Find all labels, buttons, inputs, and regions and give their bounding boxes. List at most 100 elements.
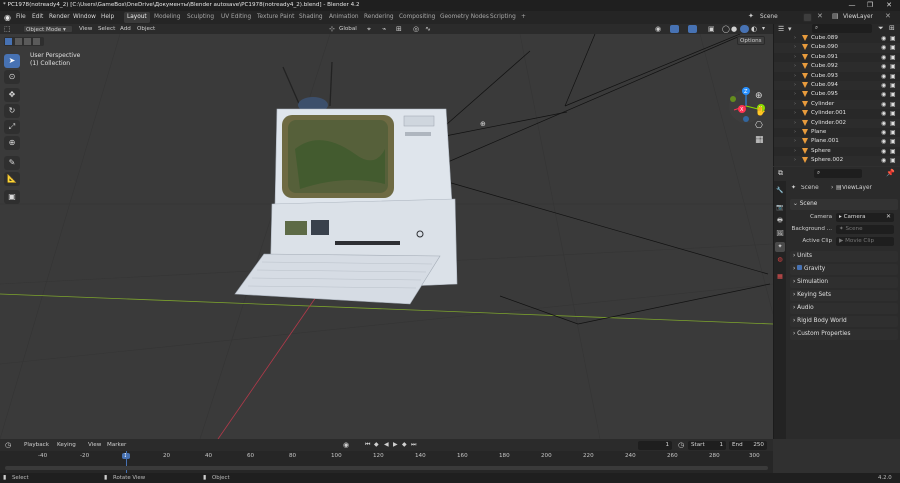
start-frame-field[interactable]: Start 1 [688, 441, 726, 450]
end-frame-field[interactable]: End 250 [729, 441, 767, 450]
active-clip-field[interactable]: ▶ Movie Clip [836, 237, 894, 246]
viewlayer-selector[interactable]: ViewLayer [841, 13, 881, 22]
outliner-search-field[interactable]: ⌕ [812, 24, 872, 33]
outliner-row-name[interactable]: Cube.093 [811, 72, 838, 81]
visibility-eye-icon[interactable]: ◉ [881, 147, 886, 156]
visibility-eye-icon[interactable]: ◉ [881, 34, 886, 43]
maximize-button[interactable]: ❐ [862, 0, 878, 11]
expand-arrow-icon[interactable]: › [794, 109, 796, 118]
rotate-tool-icon[interactable]: ↻ [4, 104, 20, 118]
render-camera-icon[interactable]: ▣ [890, 137, 896, 146]
outliner-row[interactable]: › Cylinder ◉ ▣ [774, 99, 900, 110]
workspace-tab-layout[interactable]: Layout [124, 12, 150, 23]
prev-keyframe-icon[interactable]: ◆ [374, 441, 379, 448]
menu-marker[interactable]: Marker [105, 441, 128, 449]
keying-sets-panel[interactable]: › Keying Sets [790, 290, 898, 301]
outliner-row-name[interactable]: Cylinder [811, 100, 834, 109]
jump-end-icon[interactable]: ⏭ [411, 441, 416, 449]
expand-arrow-icon[interactable]: › [794, 100, 796, 109]
output-tab-icon[interactable]: 🖶 [775, 216, 785, 226]
minimize-button[interactable]: — [844, 0, 860, 11]
outliner-row[interactable]: › Cylinder.001 ◉ ▣ [774, 109, 900, 118]
close-viewlayer-icon[interactable]: ✕ [885, 12, 891, 20]
outliner-row-name[interactable]: Cylinder.001 [811, 109, 846, 118]
play-reverse-icon[interactable]: ◀ [384, 441, 389, 448]
outliner-row[interactable]: › Sphere ◉ ▣ [774, 147, 900, 156]
workspace-tab-modeling[interactable]: Modeling [151, 12, 183, 23]
ortho-toggle-icon[interactable]: ▦ [755, 135, 764, 145]
falloff-icon[interactable]: ∿ [425, 25, 431, 33]
cursor-tool-icon[interactable]: ⊙ [4, 70, 20, 84]
render-camera-icon[interactable]: ▣ [890, 156, 896, 165]
texture-tab-icon[interactable]: ▦ [775, 272, 785, 282]
new-collection-icon[interactable]: ⊞ [889, 24, 895, 32]
expand-arrow-icon[interactable]: › [794, 137, 796, 146]
render-camera-icon[interactable]: ▣ [890, 119, 896, 128]
workspace-tab-rendering[interactable]: Rendering [361, 12, 397, 23]
menu-select[interactable]: Select [96, 25, 117, 33]
outliner-row[interactable]: › Cube.094 ◉ ▣ [774, 81, 900, 91]
outliner-row-name[interactable]: Plane [811, 128, 826, 137]
close-button[interactable]: ✕ [881, 0, 897, 11]
preview-range-icon[interactable]: ◷ [678, 441, 684, 449]
properties-search-field[interactable]: ⌕ [814, 169, 862, 178]
workspace-tab-texture-paint[interactable]: Texture Paint [254, 12, 297, 23]
visibility-eye-icon[interactable]: ◉ [881, 81, 886, 90]
select-intersect-icon[interactable] [33, 38, 40, 45]
menu-view[interactable]: View [77, 25, 94, 33]
menu-object[interactable]: Object [135, 25, 157, 33]
expand-arrow-icon[interactable]: › [794, 53, 796, 62]
solid-shading-icon[interactable]: ● [731, 25, 737, 33]
workspace-tab-shading[interactable]: Shading [296, 12, 326, 23]
gizmo-toggle-icon[interactable] [670, 25, 679, 33]
scene-selector[interactable]: Scene [758, 13, 800, 22]
view-layer-tab-icon[interactable]: 🖼 [775, 229, 785, 239]
outliner-row-name[interactable]: Cube.094 [811, 81, 838, 90]
outliner-row-name[interactable]: Sphere [811, 147, 831, 156]
options-dropdown[interactable]: Options [737, 36, 765, 45]
visibility-eye-icon[interactable]: ◉ [881, 43, 886, 52]
visibility-eye-icon[interactable]: ◉ [881, 109, 886, 118]
workspace-tab-sculpting[interactable]: Sculpting [184, 12, 217, 23]
add-cube-tool-icon[interactable]: ▣ [4, 190, 20, 204]
visibility-eye-icon[interactable]: ◉ [881, 156, 886, 165]
workspace-tab-scripting[interactable]: Scripting [487, 12, 519, 23]
visibility-eye-icon[interactable]: ◉ [881, 119, 886, 128]
shading-dropdown-icon[interactable]: ▾ [762, 25, 765, 32]
overlay-toggle-icon[interactable] [688, 25, 697, 33]
visibility-eye-icon[interactable]: ◉ [881, 90, 886, 99]
menu-edit[interactable]: Edit [30, 13, 45, 22]
expand-arrow-icon[interactable]: › [794, 81, 796, 90]
frame-ruler[interactable]: -40-201204060801001201401601802002202402… [0, 451, 773, 461]
workspace-tab-geometry-nodes[interactable]: Geometry Nodes [437, 12, 492, 23]
gravity-panel[interactable]: › Gravity [790, 264, 898, 275]
editor-type-icon[interactable]: ⬚ [4, 25, 11, 33]
new-scene-icon[interactable] [803, 13, 812, 22]
outliner-row[interactable]: › Sphere.002 ◉ ▣ [774, 156, 900, 166]
3d-viewport[interactable]: ⊕ Z Y X User Perspective (1) Collection … [0, 34, 773, 439]
world-tab-icon[interactable]: ◍ [775, 255, 785, 265]
annotate-tool-icon[interactable]: ✎ [4, 156, 20, 170]
custom-properties-panel[interactable]: › Custom Properties [790, 329, 898, 340]
workspace-tab-uv-editing[interactable]: UV Editing [218, 12, 254, 23]
select-new-icon[interactable] [5, 38, 12, 45]
rigid-body-world-panel[interactable]: › Rigid Body World [790, 316, 898, 327]
timeline-editor-icon[interactable]: ◷ [5, 441, 11, 449]
render-camera-icon[interactable]: ▣ [890, 128, 896, 137]
visibility-eye-icon[interactable]: ◉ [881, 53, 886, 62]
select-box-tool-icon[interactable]: ➤ [4, 54, 20, 68]
pivot-icon[interactable]: ⌖ [367, 25, 371, 34]
render-camera-icon[interactable]: ▣ [890, 100, 896, 109]
outliner-row-name[interactable]: Cube.095 [811, 90, 838, 99]
play-icon[interactable]: ▶ [393, 441, 398, 448]
render-camera-icon[interactable]: ▣ [890, 81, 896, 90]
workspace-tab-animation[interactable]: Animation [326, 12, 362, 23]
timeline[interactable]: -40-201204060801001201401601802002202402… [0, 451, 773, 473]
rendered-shading-icon[interactable]: ◐ [751, 25, 757, 33]
outliner-row[interactable]: › Cube.091 ◉ ▣ [774, 53, 900, 62]
menu-add[interactable]: Add [118, 25, 133, 33]
scene-panel-header[interactable]: ⌄ Scene [790, 199, 898, 210]
proportional-edit-icon[interactable]: ◎ [413, 25, 419, 33]
expand-arrow-icon[interactable]: › [794, 156, 796, 165]
auto-keying-icon[interactable]: ◉ [343, 441, 349, 449]
